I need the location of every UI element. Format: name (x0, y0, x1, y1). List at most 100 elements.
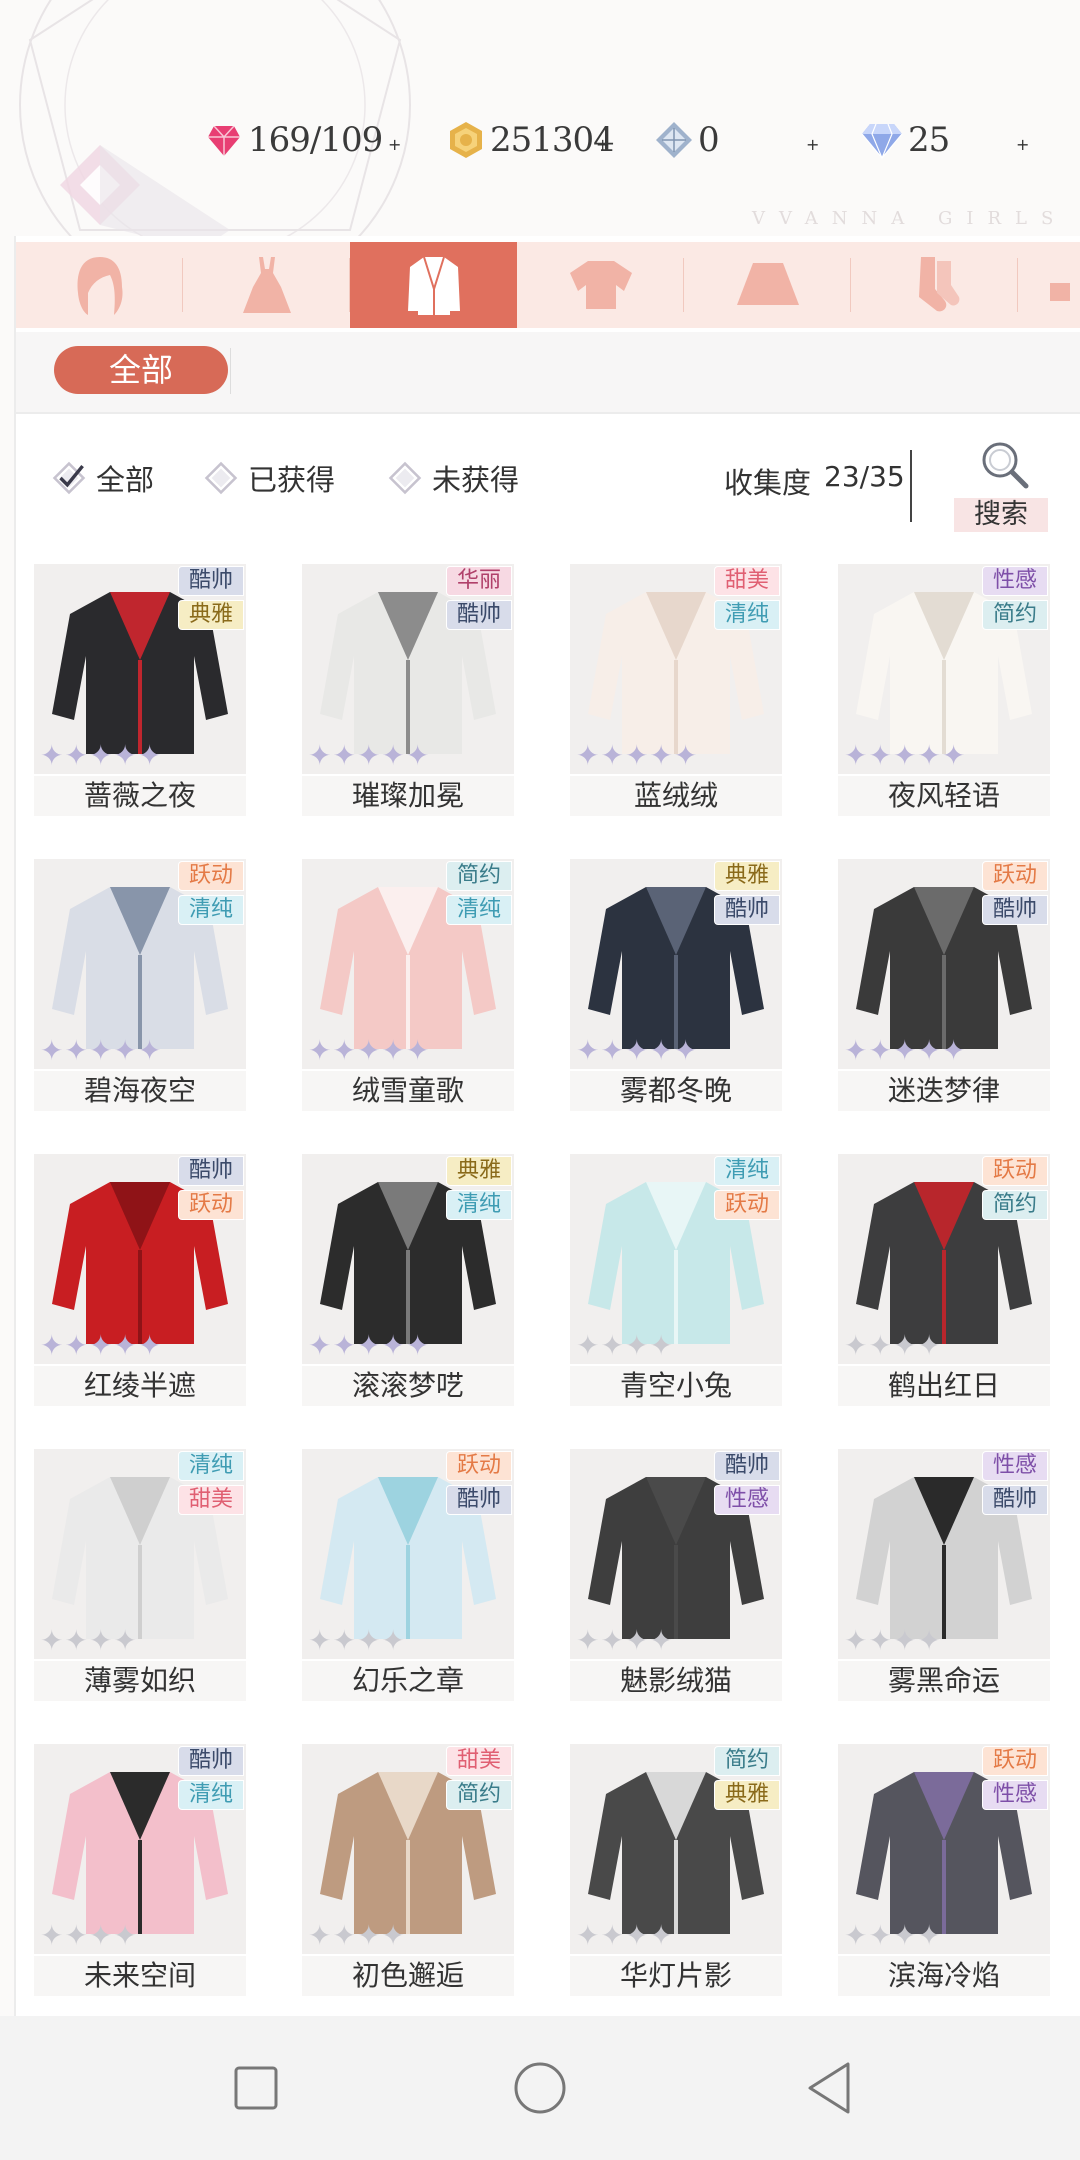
style-tag: 甜美 (178, 1485, 244, 1515)
style-tag: 简约 (446, 1780, 512, 1810)
star-icon: ✦ (381, 1329, 405, 1362)
star-rating: ✦ ✦ ✦ ✦ ✦ (40, 1037, 162, 1065)
star-icon: ✦ (892, 1034, 917, 1067)
star-rating: ✦ ✦ ✦ ✦ (844, 1332, 942, 1360)
style-tag: 跃动 (982, 1156, 1048, 1186)
star-icon: ✦ (405, 739, 430, 772)
clothing-card[interactable]: 跃动 酷帅 ✦ ✦ ✦ ✦ 幻乐之章 (302, 1449, 514, 1711)
clothing-card[interactable]: 甜美 简约 ✦ ✦ ✦ ✦ 初色邂逅 (302, 1744, 514, 2006)
star-icon: ✦ (600, 1919, 624, 1952)
clothing-card[interactable]: 跃动 性感 ✦ ✦ ✦ ✦ 滨海冷焰 (838, 1744, 1050, 2006)
clothing-card[interactable]: 简约 典雅 ✦ ✦ ✦ ✦ 华灯片影 (570, 1744, 782, 2006)
clothing-card[interactable]: 甜美 清纯 ✦ ✦ ✦ ✦ ✦ 蓝绒绒 (570, 564, 782, 826)
star-icon: ✦ (624, 1919, 649, 1952)
clothing-card[interactable]: 华丽 酷帅 ✦ ✦ ✦ ✦ ✦ 璀璨加冕 (302, 564, 514, 826)
star-icon: ✦ (892, 1329, 917, 1362)
star-icon: ✦ (405, 1329, 430, 1362)
star-icon: ✦ (88, 1919, 113, 1952)
star-icon: ✦ (917, 1919, 941, 1952)
star-icon: ✦ (649, 1329, 673, 1362)
style-tag: 酷帅 (178, 566, 244, 596)
star-icon: ✦ (40, 739, 64, 772)
clothing-card[interactable]: 清纯 甜美 ✦ ✦ ✦ ✦ 薄雾如织 (34, 1449, 246, 1711)
recent-apps-icon[interactable] (228, 2060, 284, 2116)
clothing-card[interactable]: 清纯跃动 ✦ ✦ ✦ ✦ 青空小兔 (570, 1154, 782, 1416)
star-icon: ✦ (88, 739, 113, 772)
clothing-name: 红绫半遮 (34, 1366, 246, 1406)
star-icon: ✦ (64, 1624, 88, 1657)
star-rating: ✦ ✦ ✦ ✦ (844, 1922, 942, 1950)
star-icon: ✦ (649, 1919, 673, 1952)
star-icon: ✦ (88, 1624, 113, 1657)
clothing-name: 蔷薇之夜 (34, 776, 246, 816)
star-icon: ✦ (332, 739, 356, 772)
clothing-card[interactable]: 典雅 酷帅 ✦ ✦ ✦ ✦ ✦ 雾都冬晚 (570, 859, 782, 1121)
clothing-card[interactable]: 跃动 清纯 ✦ ✦ ✦ ✦ ✦ 碧海夜空 (34, 859, 246, 1121)
clothing-card[interactable]: 典雅 清纯 ✦ ✦ ✦ ✦ ✦ 滚滚梦呓 (302, 1154, 514, 1416)
star-icon: ✦ (892, 1919, 917, 1952)
star-icon: ✦ (356, 1329, 381, 1362)
star-icon: ✦ (917, 739, 941, 772)
star-icon: ✦ (137, 1034, 162, 1067)
clothing-card[interactable]: 性感 简约 ✦ ✦ ✦ ✦ ✦ 夜风轻语 (838, 564, 1050, 826)
style-tag: 清纯 (714, 1156, 780, 1186)
star-icon: ✦ (868, 1624, 892, 1657)
star-icon: ✦ (600, 739, 624, 772)
star-icon: ✦ (113, 1624, 137, 1657)
clothing-card[interactable]: 酷帅 性感 ✦ ✦ ✦ ✦ 魅影绒猫 (570, 1449, 782, 1711)
star-rating: ✦ ✦ ✦ ✦ (308, 1627, 406, 1655)
star-icon: ✦ (40, 1919, 64, 1952)
star-icon: ✦ (332, 1919, 356, 1952)
star-icon: ✦ (308, 1034, 332, 1067)
style-tag: 酷帅 (178, 1746, 244, 1776)
home-icon[interactable] (512, 2060, 568, 2116)
star-rating: ✦ ✦ ✦ ✦ ✦ (308, 1332, 430, 1360)
style-tag: 华丽 (446, 566, 512, 596)
star-rating: ✦ ✦ ✦ ✦ (844, 1627, 942, 1655)
style-tag: 清纯 (178, 1451, 244, 1481)
style-tag: 性感 (982, 1451, 1048, 1481)
star-icon: ✦ (113, 739, 137, 772)
star-icon: ✦ (405, 1034, 430, 1067)
star-icon: ✦ (917, 1624, 941, 1657)
clothing-card[interactable]: 跃动 酷帅 ✦ ✦ ✦ ✦ ✦ 迷迭梦律 (838, 859, 1050, 1121)
clothing-card[interactable]: 性感 酷帅 ✦ ✦ ✦ ✦ 雾黑命运 (838, 1449, 1050, 1711)
style-tag: 清纯 (446, 1190, 512, 1220)
clothing-card[interactable]: 简约 清纯 ✦ ✦ ✦ ✦ ✦ 绒雪童歌 (302, 859, 514, 1121)
style-tag: 酷帅 (446, 600, 512, 630)
clothing-name: 初色邂逅 (302, 1956, 514, 1996)
star-icon: ✦ (356, 739, 381, 772)
clothing-name: 绒雪童歌 (302, 1071, 514, 1111)
star-rating: ✦ ✦ ✦ ✦ ✦ (844, 742, 966, 770)
style-tag: 清纯 (714, 600, 780, 630)
star-icon: ✦ (332, 1329, 356, 1362)
clothing-name: 雾都冬晚 (570, 1071, 782, 1111)
style-tag: 典雅 (178, 600, 244, 630)
style-tag: 跃动 (714, 1190, 780, 1220)
style-tag: 简约 (446, 861, 512, 891)
star-icon: ✦ (600, 1034, 624, 1067)
clothing-name: 青空小兔 (570, 1366, 782, 1406)
star-icon: ✦ (624, 1329, 649, 1362)
star-icon: ✦ (64, 1329, 88, 1362)
clothing-card[interactable]: 酷帅 跃动 ✦ ✦ ✦ ✦ ✦ 红绫半遮 (34, 1154, 246, 1416)
clothing-name: 碧海夜空 (34, 1071, 246, 1111)
clothing-card[interactable]: 酷帅 典雅 ✦ ✦ ✦ ✦ ✦ 蔷薇之夜 (34, 564, 246, 826)
clothing-name: 蓝绒绒 (570, 776, 782, 816)
clothing-card[interactable]: 跃动 简约 ✦ ✦ ✦ ✦ 鹤出红日 (838, 1154, 1050, 1416)
star-icon: ✦ (88, 1034, 113, 1067)
star-icon: ✦ (673, 1034, 698, 1067)
star-icon: ✦ (576, 1034, 600, 1067)
star-rating: ✦ ✦ ✦ ✦ (40, 1922, 138, 1950)
star-icon: ✦ (892, 1624, 917, 1657)
back-icon[interactable] (802, 2060, 858, 2116)
star-icon: ✦ (64, 1034, 88, 1067)
star-icon: ✦ (576, 1329, 600, 1362)
style-tag: 性感 (982, 566, 1048, 596)
clothing-grid: 酷帅 典雅 ✦ ✦ ✦ ✦ ✦ 蔷薇之夜 华丽 酷帅 ✦ ✦ ✦ ✦ ✦ 璀璨加冕 甜美 清纯 ✦ ✦ ✦ ✦ ✦ 蓝绒绒 性感… (0, 0, 1080, 2020)
star-rating: ✦ ✦ ✦ ✦ (40, 1627, 138, 1655)
clothing-name: 滨海冷焰 (838, 1956, 1050, 1996)
system-nav-bar (0, 2016, 1080, 2160)
star-rating: ✦ ✦ ✦ ✦ (576, 1332, 674, 1360)
clothing-card[interactable]: 酷帅 清纯 ✦ ✦ ✦ ✦ 未来空间 (34, 1744, 246, 2006)
